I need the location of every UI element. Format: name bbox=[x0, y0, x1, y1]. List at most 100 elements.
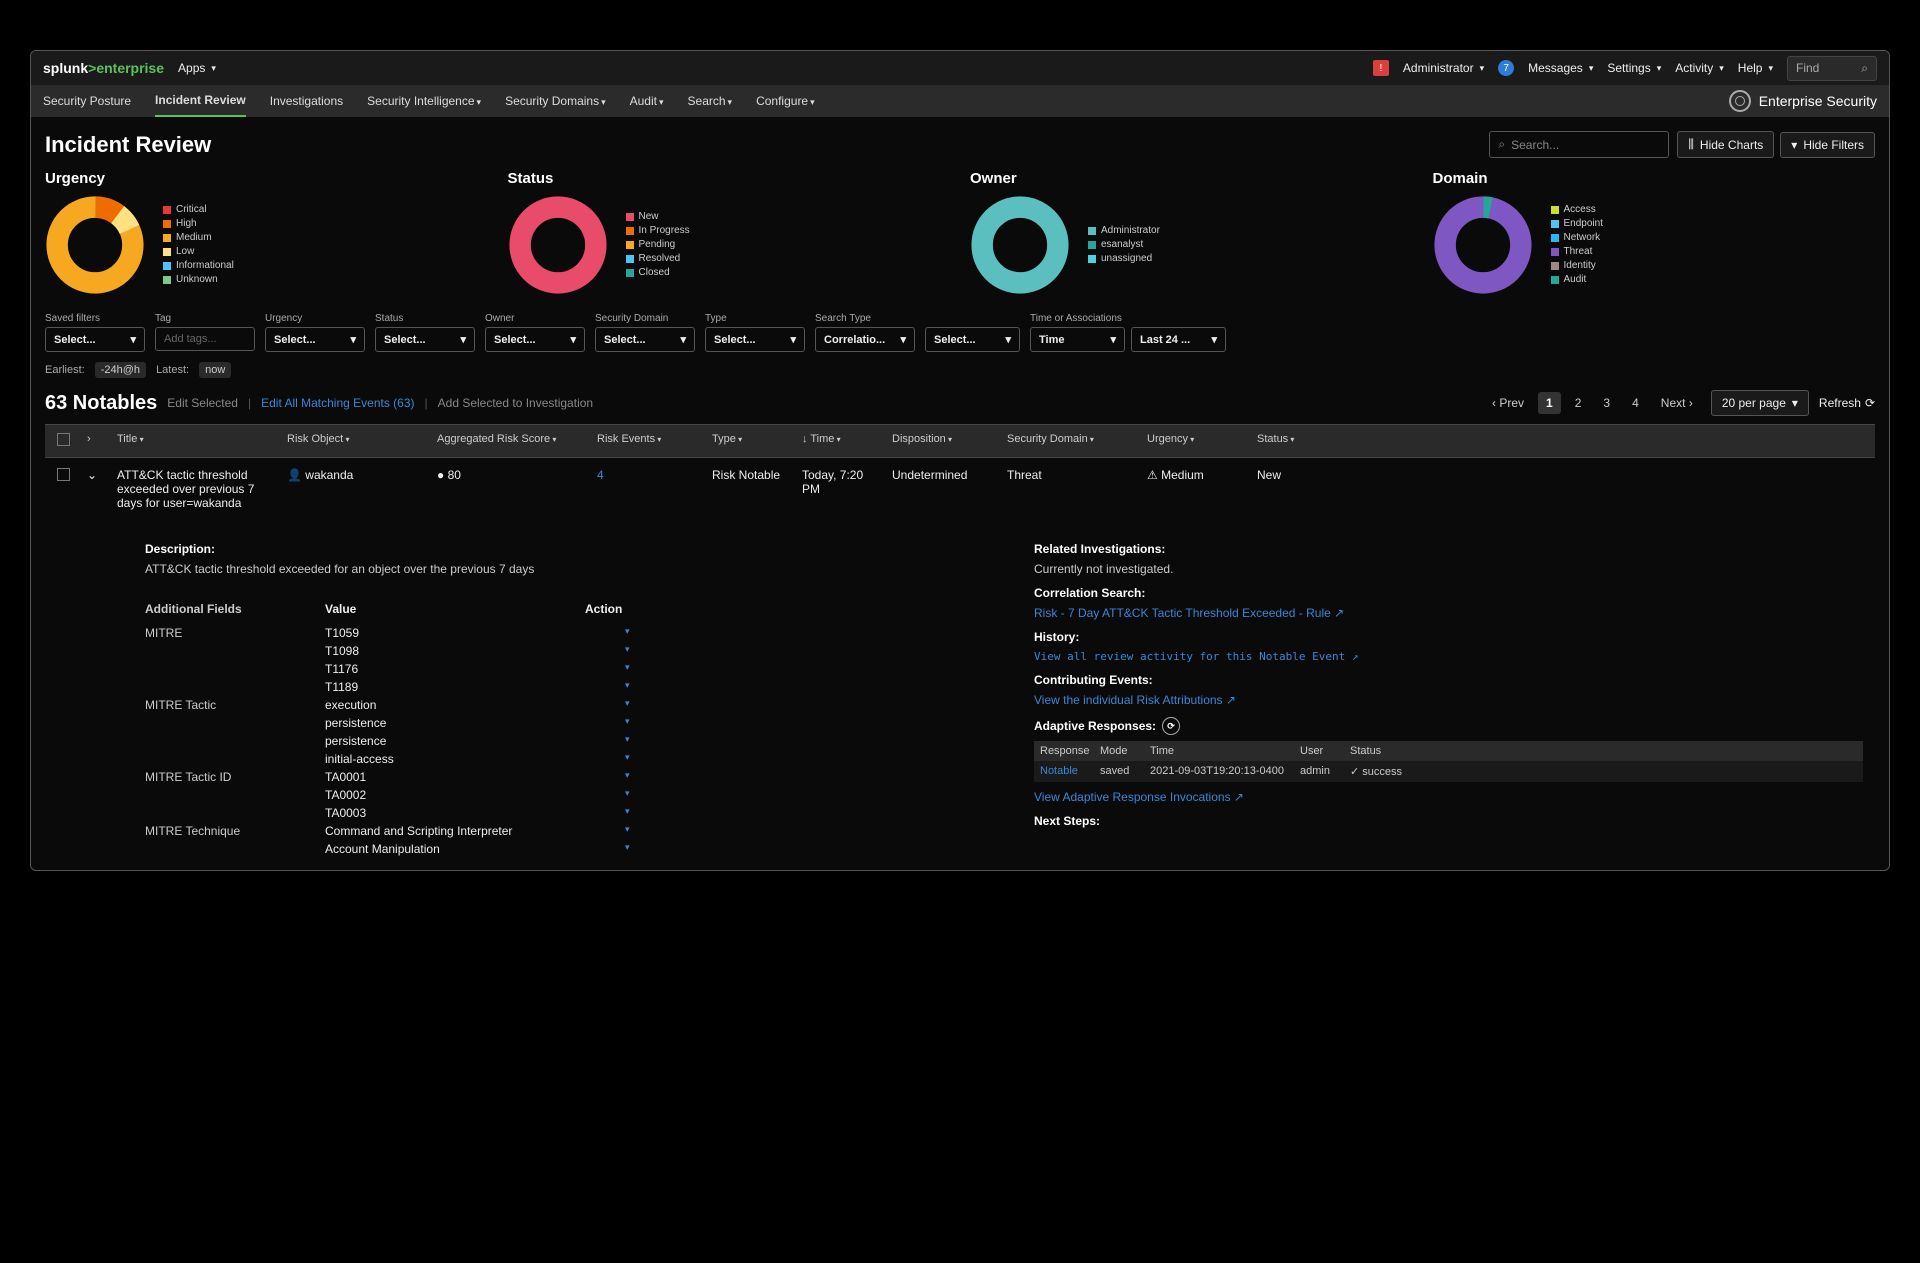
field-key: MITRE Tactic bbox=[145, 698, 325, 712]
field-value: T1059 bbox=[325, 626, 585, 640]
field-action-dropdown[interactable]: ▾ bbox=[625, 770, 630, 784]
field-action-dropdown[interactable]: ▾ bbox=[625, 734, 630, 748]
nav-security-domains[interactable]: Security Domains bbox=[505, 86, 606, 116]
apps-menu[interactable]: Apps bbox=[178, 61, 216, 75]
field-action-dropdown[interactable]: ▾ bbox=[625, 644, 630, 658]
type-select[interactable]: Select...▾ bbox=[705, 327, 805, 352]
page-4[interactable]: 4 bbox=[1624, 392, 1647, 414]
extra-select[interactable]: Select...▾ bbox=[925, 327, 1020, 352]
nav-security-intelligence[interactable]: Security Intelligence bbox=[367, 86, 481, 116]
contributing-events-link[interactable]: View the individual Risk Attributions ↗ bbox=[1034, 693, 1863, 707]
field-action-dropdown[interactable]: ▾ bbox=[625, 716, 630, 730]
field-action-dropdown[interactable]: ▾ bbox=[625, 842, 630, 856]
field-action-dropdown[interactable]: ▾ bbox=[625, 806, 630, 820]
expand-row-icon[interactable]: ⌄ bbox=[87, 468, 97, 482]
edit-selected-link[interactable]: Edit Selected bbox=[167, 396, 238, 410]
find-input[interactable]: Find⌕ bbox=[1787, 56, 1877, 81]
add-to-investigation-link[interactable]: Add Selected to Investigation bbox=[438, 396, 593, 410]
nav-investigations[interactable]: Investigations bbox=[270, 86, 343, 116]
legend-label: Audit bbox=[1564, 273, 1587, 287]
hide-charts-button[interactable]: ⫼Hide Charts bbox=[1677, 131, 1774, 158]
col-type[interactable]: Type bbox=[708, 431, 798, 451]
chevron-left-icon: ‹ bbox=[1492, 396, 1496, 410]
col-disposition[interactable]: Disposition bbox=[888, 431, 1003, 451]
nav-incident-review[interactable]: Incident Review bbox=[155, 85, 246, 117]
nav-configure[interactable]: Configure bbox=[756, 86, 815, 116]
col-time[interactable]: ↓ Time bbox=[798, 431, 888, 451]
urgency-select[interactable]: Select...▾ bbox=[265, 327, 365, 352]
field-action-dropdown[interactable]: ▾ bbox=[625, 788, 630, 802]
select-all-checkbox[interactable] bbox=[57, 433, 70, 446]
navbar: Security Posture Incident Review Investi… bbox=[31, 85, 1889, 117]
col-status[interactable]: Status bbox=[1253, 431, 1313, 451]
type-filter-label: Type bbox=[705, 313, 805, 324]
prev-page[interactable]: ‹ Prev bbox=[1484, 392, 1532, 414]
page-1[interactable]: 1 bbox=[1538, 392, 1561, 414]
cell-risk-events[interactable]: 4 bbox=[593, 466, 708, 484]
activity-menu[interactable]: Activity bbox=[1675, 61, 1724, 75]
col-urgency[interactable]: Urgency bbox=[1143, 431, 1253, 451]
saved-filters-select[interactable]: Select...▾ bbox=[45, 327, 145, 352]
col-title[interactable]: Title bbox=[113, 431, 283, 451]
legend-item: Resolved bbox=[626, 252, 690, 266]
legend-swatch-icon bbox=[626, 227, 634, 235]
administrator-menu[interactable]: Administrator bbox=[1403, 61, 1484, 75]
field-action-dropdown[interactable]: ▾ bbox=[625, 824, 630, 838]
secdom-select[interactable]: Select...▾ bbox=[595, 327, 695, 352]
col-risk-score[interactable]: Aggregated Risk Score bbox=[433, 431, 593, 451]
field-key bbox=[145, 716, 325, 730]
page-2[interactable]: 2 bbox=[1567, 392, 1590, 414]
field-action-dropdown[interactable]: ▾ bbox=[625, 698, 630, 712]
history-link[interactable]: View all review activity for this Notabl… bbox=[1034, 650, 1863, 663]
pager: ‹ Prev 1 2 3 4 Next › bbox=[1484, 392, 1701, 414]
status-select[interactable]: Select...▾ bbox=[375, 327, 475, 352]
legend-label: In Progress bbox=[639, 224, 690, 238]
time-select[interactable]: Time▾ bbox=[1030, 327, 1125, 352]
per-page-select[interactable]: 20 per page▾ bbox=[1711, 390, 1809, 416]
timerange-select[interactable]: Last 24 ...▾ bbox=[1131, 327, 1226, 352]
legend-swatch-icon bbox=[626, 241, 634, 249]
col-risk-object[interactable]: Risk Object bbox=[283, 431, 433, 451]
field-action-dropdown[interactable]: ▾ bbox=[625, 662, 630, 676]
row-checkbox[interactable] bbox=[57, 468, 70, 481]
legend-swatch-icon bbox=[1551, 220, 1559, 228]
resp-cell-response[interactable]: Notable bbox=[1040, 765, 1100, 778]
col-security-domain[interactable]: Security Domain bbox=[1003, 431, 1143, 451]
table-row[interactable]: ⌄ ATT&CK tactic threshold exceeded over … bbox=[45, 458, 1875, 520]
correlation-search-link[interactable]: Risk - 7 Day ATT&CK Tactic Threshold Exc… bbox=[1034, 606, 1863, 620]
owner-donut-icon bbox=[970, 195, 1070, 295]
field-key bbox=[145, 788, 325, 802]
owner-select[interactable]: Select...▾ bbox=[485, 327, 585, 352]
field-row: Account Manipulation▾ bbox=[145, 840, 974, 858]
adaptive-response-link[interactable]: View Adaptive Response Invocations ↗ bbox=[1034, 790, 1863, 804]
messages-menu[interactable]: Messages bbox=[1528, 61, 1593, 75]
nav-audit[interactable]: Audit bbox=[630, 86, 664, 116]
nav-security-posture[interactable]: Security Posture bbox=[43, 86, 131, 116]
tag-input[interactable]: Add tags... bbox=[155, 327, 255, 351]
alert-badge-icon[interactable]: ! bbox=[1373, 60, 1389, 76]
legend-swatch-icon bbox=[163, 262, 171, 270]
help-menu[interactable]: Help bbox=[1738, 61, 1773, 75]
field-action-dropdown[interactable]: ▾ bbox=[625, 626, 630, 640]
domain-chart: Domain AccessEndpointNetworkThreatIdenti… bbox=[1433, 170, 1876, 295]
timeassoc-filter-label: Time or Associations bbox=[1030, 313, 1226, 324]
edit-all-link[interactable]: Edit All Matching Events (63) bbox=[261, 396, 414, 410]
search-input[interactable]: ⌕Search... bbox=[1489, 131, 1669, 158]
next-page[interactable]: Next › bbox=[1653, 392, 1701, 414]
expand-all-icon[interactable]: › bbox=[87, 433, 91, 445]
nav-search[interactable]: Search bbox=[688, 86, 733, 116]
owner-filter-label: Owner bbox=[485, 313, 585, 324]
field-action-dropdown[interactable]: ▾ bbox=[625, 680, 630, 694]
field-row: TA0003▾ bbox=[145, 804, 974, 822]
field-action-dropdown[interactable]: ▾ bbox=[625, 752, 630, 766]
legend-swatch-icon bbox=[1551, 262, 1559, 270]
col-risk-events[interactable]: Risk Events bbox=[593, 431, 708, 451]
time-range-display: Earliest:-24h@h Latest:now bbox=[45, 362, 1875, 378]
page-3[interactable]: 3 bbox=[1595, 392, 1618, 414]
settings-menu[interactable]: Settings bbox=[1607, 61, 1661, 75]
refresh-responses-icon[interactable]: ⟳ bbox=[1162, 717, 1180, 735]
searchtype-select[interactable]: Correlatio...▾ bbox=[815, 327, 915, 352]
refresh-button[interactable]: Refresh ⟳ bbox=[1819, 396, 1875, 410]
hide-filters-button[interactable]: ▾Hide Filters bbox=[1780, 132, 1875, 158]
domain-title: Domain bbox=[1433, 170, 1876, 187]
